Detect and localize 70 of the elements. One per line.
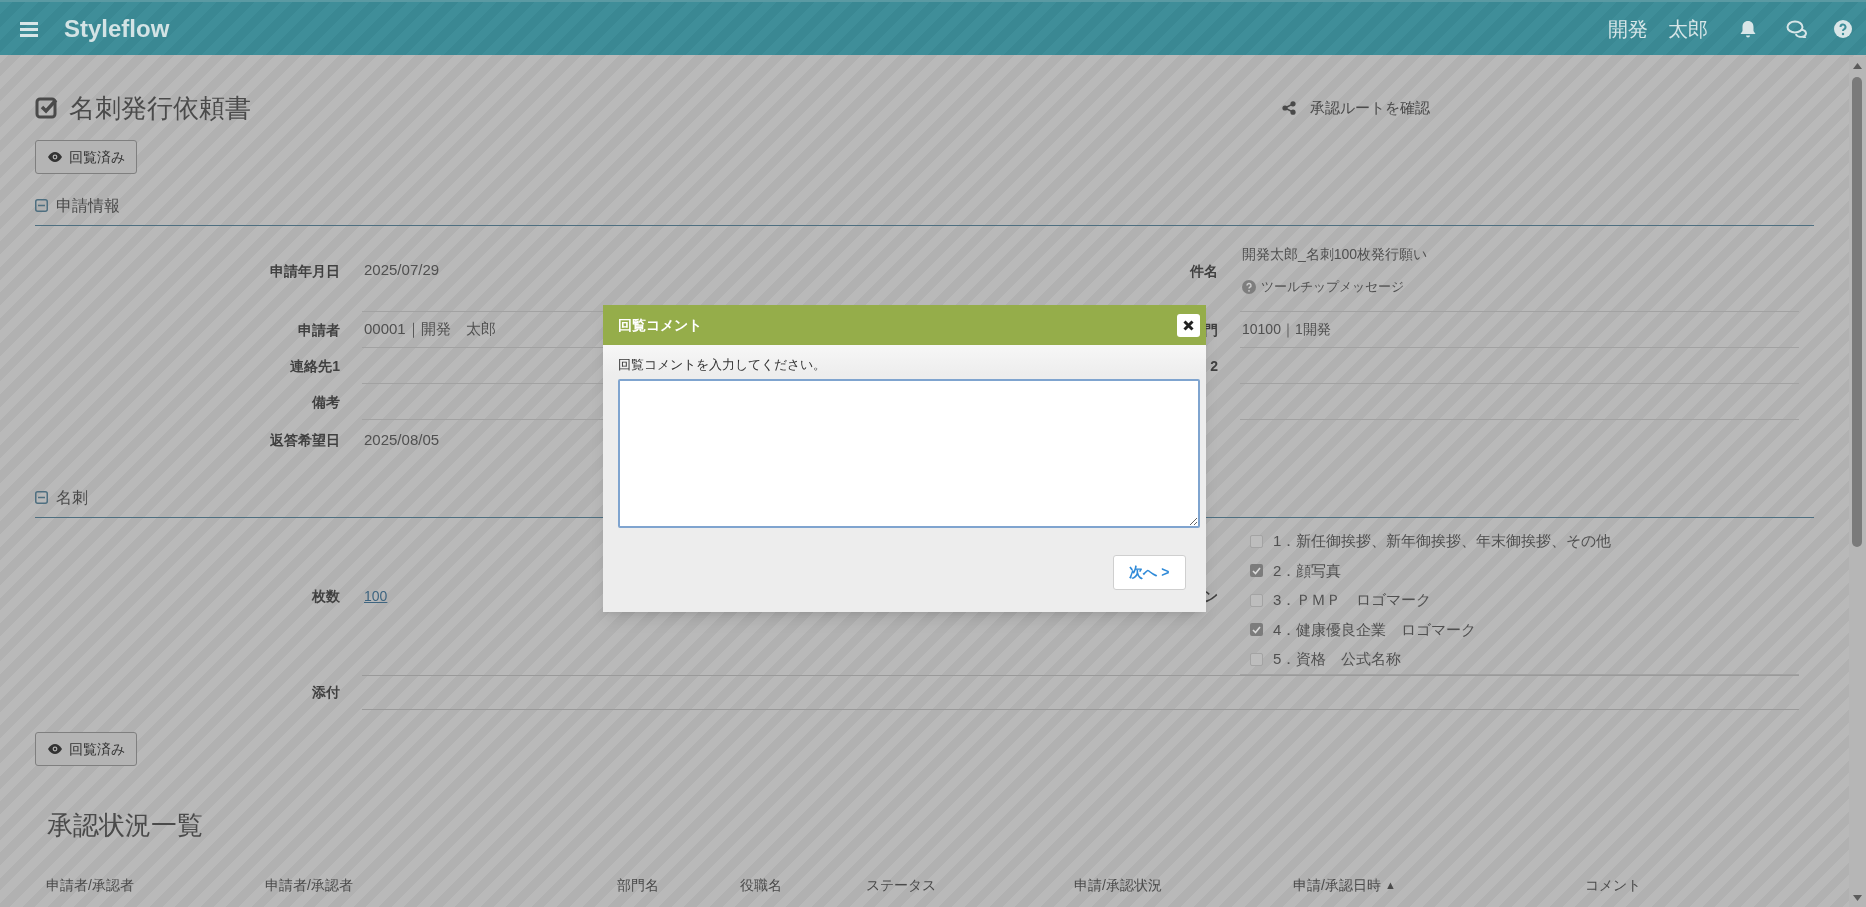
option-label: 3．ＰＭＰ ロゴマーク — [1273, 590, 1432, 610]
menu-icon — [20, 20, 38, 37]
dialog-title: 回覧コメント — [618, 315, 702, 335]
close-button[interactable] — [1177, 313, 1200, 337]
column-header[interactable]: コメント — [1585, 874, 1641, 896]
checkbox[interactable] — [1250, 593, 1263, 607]
column-header[interactable]: 部門名 — [617, 874, 659, 896]
checkbox-icon — [35, 96, 59, 120]
field-value: 10100｜1開発 — [1242, 320, 1332, 340]
field-label: ン — [1204, 587, 1218, 606]
section-title: 名刺 — [56, 487, 88, 508]
field-value: 開発太郎_名刺100枚発行願い — [1242, 245, 1429, 265]
eye-icon — [47, 743, 63, 755]
tooltip-hint[interactable]: ツールチップメッセージ — [1242, 277, 1799, 297]
scroll-up-icon — [1853, 63, 1862, 69]
help-button[interactable] — [1834, 19, 1852, 38]
column-header[interactable]: 申請/承認日時 — [1293, 874, 1381, 896]
help-icon — [1834, 19, 1852, 38]
section-title: 承認状況一覧 — [47, 809, 204, 842]
field-value: 2025/08/05 — [364, 429, 440, 450]
field-label: 申請年月日 — [270, 261, 340, 281]
column-header[interactable]: 申請者/承認者 — [265, 874, 353, 896]
user-name[interactable]: 開発 太郎 — [1608, 13, 1708, 44]
viewed-button[interactable]: 回覧済み — [35, 732, 137, 766]
option-label: 4．健康優良企業 ロゴマーク — [1273, 619, 1477, 640]
checkbox[interactable] — [1250, 534, 1263, 548]
notifications-button[interactable] — [1738, 18, 1758, 39]
field-label: 備考 — [312, 392, 340, 412]
field-value: 2025/07/29 — [364, 260, 440, 281]
scroll-down-icon — [1853, 895, 1862, 901]
viewed-button[interactable]: 回覧済み — [35, 140, 137, 174]
quantity-link[interactable]: 100 — [364, 586, 388, 607]
option-label: 2．顔写真 — [1273, 560, 1342, 581]
eye-icon — [47, 151, 63, 163]
collapse-icon — [35, 491, 48, 504]
field-label: 枚数 — [312, 587, 340, 606]
check-icon — [1252, 625, 1261, 634]
dialog-prompt: 回覧コメントを入力してください。 — [618, 356, 827, 374]
app-logo[interactable]: Styleflow — [64, 10, 170, 47]
field-label: 2 — [1210, 356, 1218, 376]
question-icon — [1242, 280, 1256, 294]
comment-field[interactable] — [618, 378, 1200, 528]
field-label: 添付 — [312, 683, 340, 702]
column-header[interactable]: 役職名 — [740, 874, 782, 896]
column-header[interactable]: 申請/承認状況 — [1074, 874, 1162, 896]
page-title: 名刺発行依頼書 — [69, 91, 251, 125]
field-label: 申請者 — [298, 320, 340, 340]
collapse-icon — [35, 199, 48, 212]
checkbox[interactable] — [1250, 564, 1263, 578]
field-label: 連絡先1 — [290, 356, 340, 376]
column-header[interactable]: ステータス — [866, 874, 936, 896]
checkbox[interactable] — [1250, 652, 1263, 666]
bell-icon — [1738, 18, 1758, 39]
column-header[interactable]: 申請者/承認者 — [46, 874, 134, 896]
option-label: 1．新任御挨拶、新年御挨拶、年末御挨拶、その他 — [1273, 531, 1612, 551]
share-icon — [1282, 101, 1296, 115]
check-icon — [1252, 566, 1261, 575]
field-label: 件名 — [1190, 261, 1218, 281]
field-label: 返答希望日 — [270, 430, 340, 450]
option-label: 5．資格 公式名称 — [1273, 649, 1402, 669]
scrollbar[interactable] — [1849, 57, 1866, 907]
next-button[interactable]: 次へ > — [1113, 554, 1186, 590]
close-icon — [1183, 319, 1194, 331]
section-title: 申請情報 — [56, 195, 120, 216]
chat-icon — [1786, 19, 1808, 38]
sort-icon[interactable]: ▲ — [1384, 876, 1396, 894]
messages-button[interactable] — [1786, 19, 1808, 38]
checkbox[interactable] — [1250, 623, 1263, 637]
field-value: 00001｜開発 太郎 — [364, 319, 496, 340]
route-link[interactable]: 承認ルートを確認 — [1282, 96, 1430, 120]
